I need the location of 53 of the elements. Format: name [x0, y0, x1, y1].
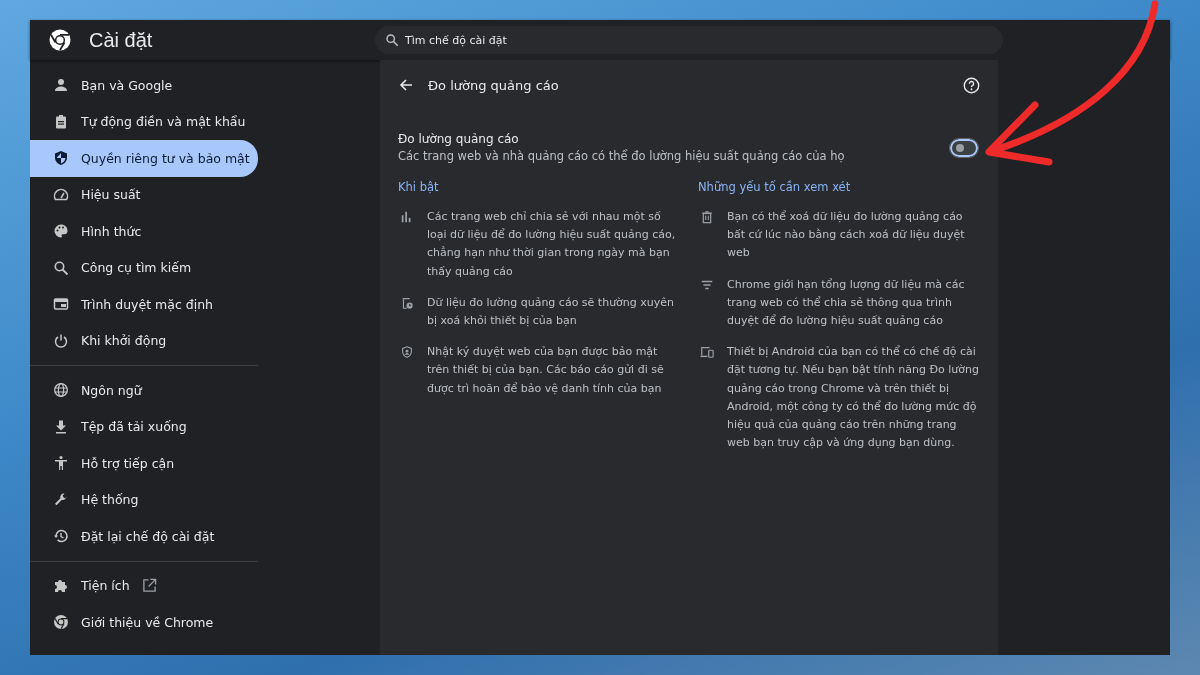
info-text: Bạn có thể xoá dữ liệu đo lường quảng cáo bất cứ lúc nào bằng cách xoá dữ liệu duyệt web: [727, 209, 966, 262]
toggle-switch[interactable]: [950, 138, 978, 157]
person-icon: [53, 77, 69, 94]
trash-icon: [700, 210, 714, 224]
sidebar-item[interactable]: Công cụ tìm kiếm: [30, 249, 258, 286]
palette-icon: [53, 223, 69, 240]
download-icon: [53, 418, 69, 435]
chrome-logo-icon: [48, 28, 72, 52]
help-icon[interactable]: [963, 76, 980, 94]
gauge-icon: [53, 186, 69, 203]
sidebar-item[interactable]: Quyền riêng tư và bảo mật: [30, 140, 258, 177]
info-text: Các trang web chỉ chia sẻ với nhau một số loại dữ liệu để đo lường hiệu suất quảng cáo, chẳng hạn như thời gian trong ngày mà bạn thấy quảng cáo: [427, 209, 677, 280]
info-text: Dữ liệu đo lường quảng cáo sẽ thường xuyên bị xoá khỏi thiết bị của bạn: [427, 294, 676, 329]
window-title: Cài đặt: [89, 28, 153, 52]
sidebar-item[interactable]: Hiệu suất: [30, 176, 258, 213]
trash-clock-icon: [400, 295, 414, 310]
sidebar-item[interactable]: Hệ thống: [30, 481, 258, 518]
sidebar-item[interactable]: Tự động điền và mật khẩu: [30, 103, 258, 140]
browser-window-icon: [53, 296, 69, 313]
sidebar-item[interactable]: Giới thiệu về Chrome: [30, 604, 258, 641]
setting-description: Các trang web và nhà quảng cáo có thể đo lường hiệu suất quảng cáo của họ: [398, 149, 846, 163]
sidebar-item[interactable]: Ngôn ngữ: [30, 372, 258, 409]
sidebar-item[interactable]: Đặt lại chế độ cài đặt: [30, 518, 258, 555]
info-text: Nhật ký duyệt web của bạn được bảo mật trên thiết bị của bạn. Các báo cáo gửi đi sẽ được trì hoãn để bảo vệ danh tính của bạn: [427, 344, 665, 397]
sidebar-item[interactable]: Bạn và Google: [30, 67, 258, 104]
wrench-icon: [53, 491, 69, 508]
sidebar-item[interactable]: Tệp đã tải xuống: [30, 408, 258, 445]
section-heading: Khi bật: [398, 180, 440, 194]
bar-chart-icon: [400, 210, 414, 224]
setting-label: Đo lường quảng cáo: [398, 132, 520, 146]
sidebar-item[interactable]: Hỗ trợ tiếp cận: [30, 445, 258, 482]
shield-person-icon: [400, 345, 414, 360]
info-text: Chrome giới hạn tổng lượng dữ liệu mà các trang web có thể chia sẻ thông qua trình duyệt để đo lường hiệu suất quảng cáo: [727, 276, 966, 329]
search-icon: [385, 33, 399, 47]
search-icon: [53, 259, 69, 276]
devices-icon: [700, 345, 714, 360]
shield-icon: [53, 150, 69, 167]
search-field[interactable]: Tìm chế độ cài đặt: [375, 26, 1003, 54]
history-icon: [53, 528, 69, 545]
page-title: Đo lường quảng cáo: [428, 77, 560, 93]
chrome-logo-icon: [53, 614, 69, 631]
sidebar-item[interactable]: Khi khởi động: [30, 322, 258, 359]
power-icon: [53, 332, 69, 349]
sidebar-item[interactable]: Trình duyệt mặc định: [30, 286, 258, 323]
section-heading: Những yếu tố cần xem xét: [698, 180, 852, 194]
back-arrow-icon[interactable]: [398, 77, 414, 93]
sidebar-item[interactable]: Tiện ích: [30, 567, 258, 604]
clipboard-icon: [53, 113, 69, 130]
globe-icon: [53, 382, 69, 399]
puzzle-icon: [53, 577, 69, 594]
accessibility-icon: [53, 455, 69, 472]
sidebar-item[interactable]: Hình thức: [30, 213, 258, 250]
info-text: Thiết bị Android của bạn có thể có chế độ cài đặt tương tự. Nếu bạn bật tính năng Đo lường quảng cáo trong Chrome và trên thiết bị Android, một công ty có thể đo lường mức độ hiệu quả của quảng cáo trên những trang web bạn truy cập và ứng dụng bạn dùng.: [727, 344, 980, 452]
